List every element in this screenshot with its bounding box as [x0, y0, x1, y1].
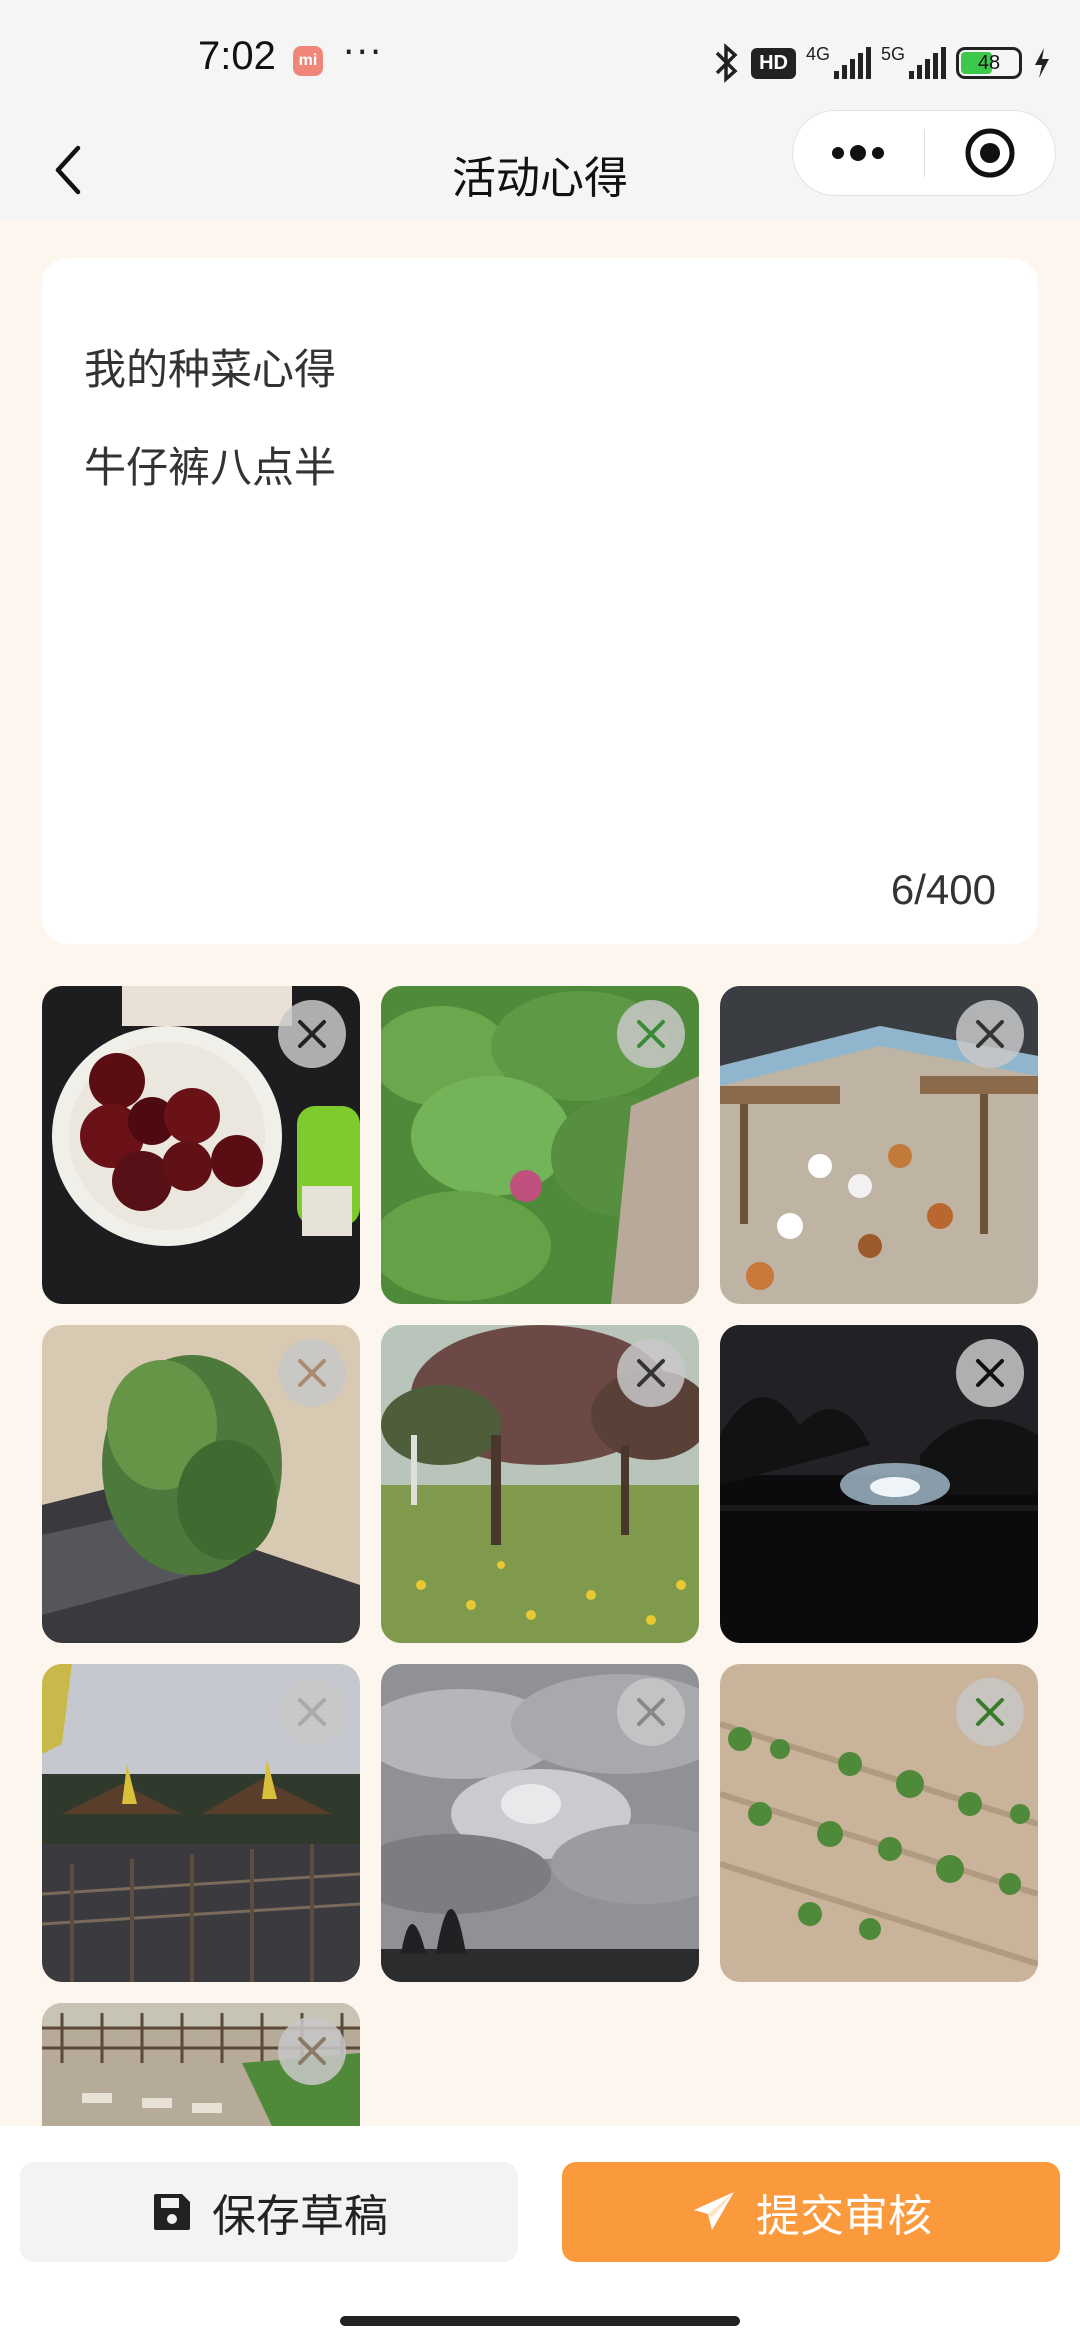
delete-photo-button[interactable] — [278, 1000, 346, 1068]
battery-level: 48 — [977, 52, 1001, 74]
target-icon — [965, 128, 1015, 178]
hd-badge: HD — [751, 47, 796, 79]
submit-review-label: 提交审核 — [756, 2191, 932, 2242]
note-line-1: 我的种菜心得 — [84, 345, 337, 394]
photo-thumbnail-4[interactable] — [42, 1325, 360, 1643]
signal-5g: 5G — [880, 44, 946, 79]
more-dots-icon — [832, 145, 885, 161]
photo-thumbnail-2[interactable] — [381, 986, 699, 1304]
delete-photo-button[interactable] — [956, 1000, 1024, 1068]
close-mini-program-button[interactable] — [924, 110, 1055, 196]
close-icon — [298, 2037, 326, 2065]
note-line-2: 牛仔裤八点半 — [84, 443, 337, 492]
photo-thumbnail-3[interactable] — [720, 986, 1038, 1304]
delete-photo-button[interactable] — [956, 1678, 1024, 1746]
photo-thumbnail-8[interactable] — [381, 1664, 699, 1982]
close-icon — [298, 1359, 326, 1387]
photo-thumbnail-5[interactable] — [381, 1325, 699, 1643]
signal-bars-icon — [833, 47, 871, 79]
char-counter: 6/400 — [890, 866, 996, 913]
delete-photo-button[interactable] — [617, 1678, 685, 1746]
mini-program-capsule — [792, 110, 1056, 196]
photo-thumbnail-10[interactable] — [42, 2003, 360, 2126]
save-draft-label: 保存草稿 — [212, 2191, 388, 2242]
delete-photo-button[interactable] — [278, 1678, 346, 1746]
mi-app-icon: mi — [293, 46, 323, 76]
photo-thumbnail-6[interactable] — [720, 1325, 1038, 1643]
delete-photo-button[interactable] — [956, 1339, 1024, 1407]
signal-4g: 4G — [805, 44, 871, 79]
status-indicators: HD 4G 5G 48 — [711, 38, 1052, 88]
close-icon — [637, 1359, 665, 1387]
close-icon — [298, 1020, 326, 1048]
save-draft-button[interactable]: 保存草稿 — [20, 2162, 518, 2262]
bottom-action-bar: 保存草稿 提交审核 — [0, 2126, 1080, 2340]
close-icon — [637, 1020, 665, 1048]
status-bar: 7:02 mi ··· HD 4G 5G 48 — [0, 0, 1080, 120]
battery-icon: 48 — [956, 47, 1022, 79]
home-indicator[interactable] — [340, 2316, 740, 2326]
delete-photo-button[interactable] — [617, 1339, 685, 1407]
close-icon — [976, 1698, 1004, 1726]
more-button[interactable] — [793, 110, 924, 196]
photo-thumbnail-9[interactable] — [720, 1664, 1038, 1982]
close-icon — [976, 1359, 1004, 1387]
delete-photo-button[interactable] — [617, 1000, 685, 1068]
photo-thumbnail-1[interactable] — [42, 986, 360, 1304]
close-icon — [298, 1698, 326, 1726]
floppy-disk-icon — [154, 2194, 190, 2230]
note-textarea[interactable]: 我的种菜心得 牛仔裤八点半 6/400 — [42, 258, 1038, 944]
charging-bolt-icon — [1035, 48, 1049, 78]
delete-photo-button[interactable] — [278, 1339, 346, 1407]
photo-thumbnail-7[interactable] — [42, 1664, 360, 1982]
signal-bars-icon — [909, 47, 946, 79]
submit-review-button[interactable]: 提交审核 — [562, 2162, 1060, 2262]
signal-5g-label: 5G — [880, 44, 905, 64]
status-time: 7:02 — [198, 34, 276, 78]
close-icon — [976, 1020, 1004, 1048]
close-icon — [637, 1698, 665, 1726]
bluetooth-icon — [715, 43, 738, 83]
delete-photo-button[interactable] — [278, 2017, 346, 2085]
signal-4g-label: 4G — [805, 44, 830, 64]
notification-dots: ··· — [343, 32, 384, 73]
paper-plane-icon — [694, 2192, 734, 2230]
